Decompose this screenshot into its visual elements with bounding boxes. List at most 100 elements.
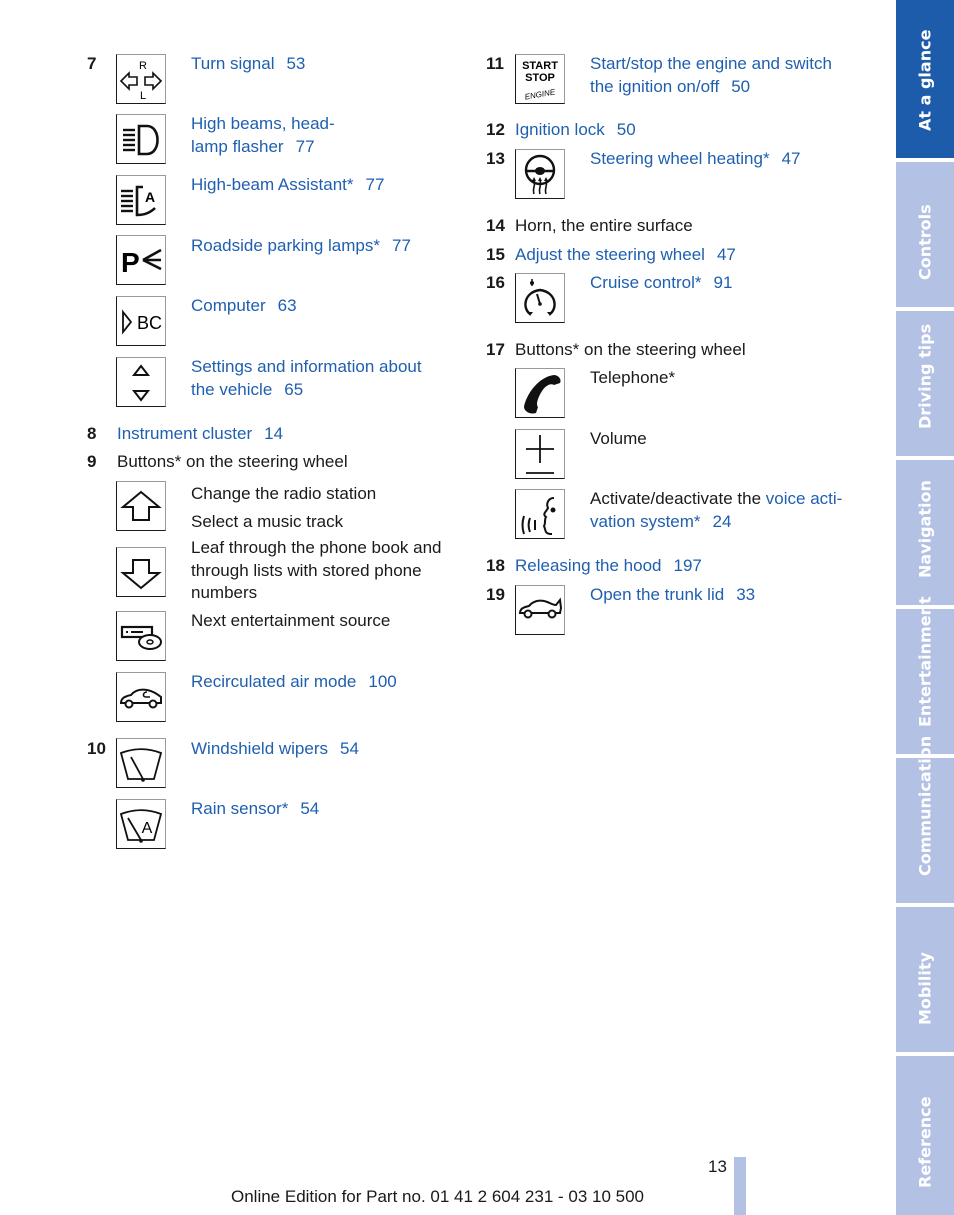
svg-text:A: A (142, 820, 153, 837)
page-ref[interactable]: 77 (296, 137, 315, 156)
rain-sensor-link[interactable]: Rain sensor* 54 (191, 798, 319, 821)
entertainment-source-description: Next entertainment source (191, 611, 391, 630)
voice-activation-icon (515, 489, 565, 539)
page-ref[interactable]: 50 (731, 77, 750, 96)
page-ref[interactable]: 14 (264, 424, 283, 443)
tab-controls[interactable]: Controls (896, 162, 954, 307)
start-stop-icon: START STOP ENGINE (515, 54, 565, 104)
cruise-control-icon (515, 273, 565, 323)
page-ref[interactable]: 77 (392, 236, 411, 255)
recirculated-air-link[interactable]: Recirculated air mode 100 (191, 671, 397, 694)
page-ref[interactable]: 24 (713, 512, 732, 531)
page-ref[interactable]: 54 (300, 799, 319, 818)
entertainment-source-icon (116, 611, 166, 661)
high-beams-link[interactable]: High beams, head- lamp flasher 77 (191, 113, 335, 158)
tab-navigation[interactable]: Navigation (896, 460, 954, 605)
entry-text-line2: lamp flasher (191, 136, 284, 156)
settings-info-link[interactable]: Settings and information about the vehic… (191, 356, 422, 401)
high-beam-assistant-icon: A (116, 175, 166, 225)
page-ref[interactable]: 197 (674, 556, 702, 575)
icon-label: STOP (525, 72, 555, 84)
item-number: 16 (486, 273, 505, 292)
svg-text:BC: BC (137, 313, 162, 333)
settings-arrows-icon (116, 357, 166, 407)
page-ref[interactable]: 33 (736, 585, 755, 604)
entry-text: Instrument cluster (117, 424, 253, 443)
telephone-description: Telephone* (590, 368, 676, 387)
page-ref[interactable]: 77 (366, 175, 385, 194)
steering-wheel-heating-link[interactable]: Steering wheel heating* 47 (590, 148, 801, 171)
item-number: 14 (486, 216, 505, 235)
volume-description: Volume (590, 429, 647, 448)
entry-text: Ignition lock (515, 120, 605, 139)
entry-text-line2: Select a music track (191, 512, 344, 531)
entry-text: Roadside parking lamps* (191, 236, 380, 255)
voice-activation-link-line2[interactable]: vation system* (590, 512, 701, 531)
entry-text-line1: Settings and information about (191, 357, 422, 376)
ignition-lock-link[interactable]: Ignition lock 50 (515, 119, 636, 142)
tab-communication[interactable]: Communication (896, 736, 954, 903)
svg-text:A: A (145, 189, 155, 205)
tab-at-a-glance[interactable]: At a glance (896, 0, 954, 158)
instrument-cluster-link[interactable]: Instrument cluster 14 (117, 423, 283, 446)
page-ref[interactable]: 54 (340, 739, 359, 758)
arrow-down-description: Leaf through the phone book and through … (191, 537, 442, 605)
item-number: 9 (87, 452, 97, 471)
svg-text:L: L (140, 90, 146, 102)
page-ref[interactable]: 47 (717, 245, 736, 264)
start-stop-link[interactable]: Start/stop the engine and switch the ign… (590, 53, 832, 98)
tab-label: Communication (915, 735, 935, 876)
page-ref[interactable]: 47 (782, 149, 801, 168)
entry-text-line1: Leaf through the phone book and (191, 538, 442, 557)
item-number: 10 (87, 739, 106, 758)
computer-link[interactable]: Computer 63 (191, 295, 297, 318)
rain-sensor-icon: A (116, 799, 166, 849)
entry-text: Open the trunk lid (590, 585, 725, 604)
entry-text-line3: numbers (191, 583, 258, 602)
buttons-steering-wheel-heading: Buttons* on the steering wheel (117, 452, 348, 471)
trunk-lid-icon (515, 585, 565, 635)
entry-text: Steering wheel heating* (590, 149, 770, 168)
tab-mobility[interactable]: Mobility (896, 907, 954, 1052)
page-ref[interactable]: 91 (714, 273, 733, 292)
releasing-hood-link[interactable]: Releasing the hood 197 (515, 555, 702, 578)
entry-text-line1: Start/stop the engine and switch (590, 54, 832, 73)
item-number: 15 (486, 245, 505, 264)
page-ref[interactable]: 100 (368, 672, 396, 691)
entry-text: Adjust the steering wheel (515, 245, 705, 264)
arrow-down-icon (116, 547, 166, 597)
voice-activation-link[interactable]: voice acti- (766, 489, 843, 508)
icon-label: START (522, 60, 558, 72)
tab-reference[interactable]: Reference (896, 1056, 954, 1215)
entry-text: High-beam Assistant* (191, 175, 354, 194)
svg-text:R: R (139, 60, 147, 72)
high-beam-assistant-link[interactable]: High-beam Assistant* 77 (191, 174, 384, 197)
tab-label: At a glance (915, 29, 935, 131)
turn-signal-link[interactable]: Turn signal 53 (191, 53, 305, 76)
item-number: 19 (486, 585, 505, 604)
adjust-steering-wheel-link[interactable]: Adjust the steering wheel 47 (515, 244, 736, 267)
telephone-icon (515, 368, 565, 418)
entry-text-line1: Change the radio station (191, 484, 377, 503)
tab-label: Reference (915, 1096, 935, 1188)
page-ref[interactable]: 53 (286, 54, 305, 73)
trunk-lid-link[interactable]: Open the trunk lid 33 (590, 584, 755, 607)
entry-text: Cruise control* (590, 273, 702, 292)
parking-lamps-link[interactable]: Roadside parking lamps* 77 (191, 235, 411, 258)
windshield-wipers-link[interactable]: Windshield wipers 54 (191, 738, 359, 761)
entry-text: Windshield wipers (191, 739, 328, 758)
page-ref[interactable]: 50 (617, 120, 636, 139)
tab-entertainment[interactable]: Entertainment (896, 596, 954, 754)
item-number: 7 (87, 54, 97, 73)
item-number: 11 (486, 54, 504, 73)
page-ref[interactable]: 65 (284, 380, 303, 399)
page-ref[interactable]: 63 (278, 296, 297, 315)
cruise-control-link[interactable]: Cruise control* 91 (590, 272, 732, 295)
page-number: 13 (708, 1157, 727, 1176)
item-number: 17 (486, 340, 505, 359)
item-number: 12 (486, 120, 505, 139)
steering-wheel-heating-icon (515, 149, 565, 199)
parking-lamps-icon: P (116, 235, 166, 285)
tab-driving-tips[interactable]: Driving tips (896, 311, 954, 456)
windshield-wiper-icon (116, 738, 166, 788)
